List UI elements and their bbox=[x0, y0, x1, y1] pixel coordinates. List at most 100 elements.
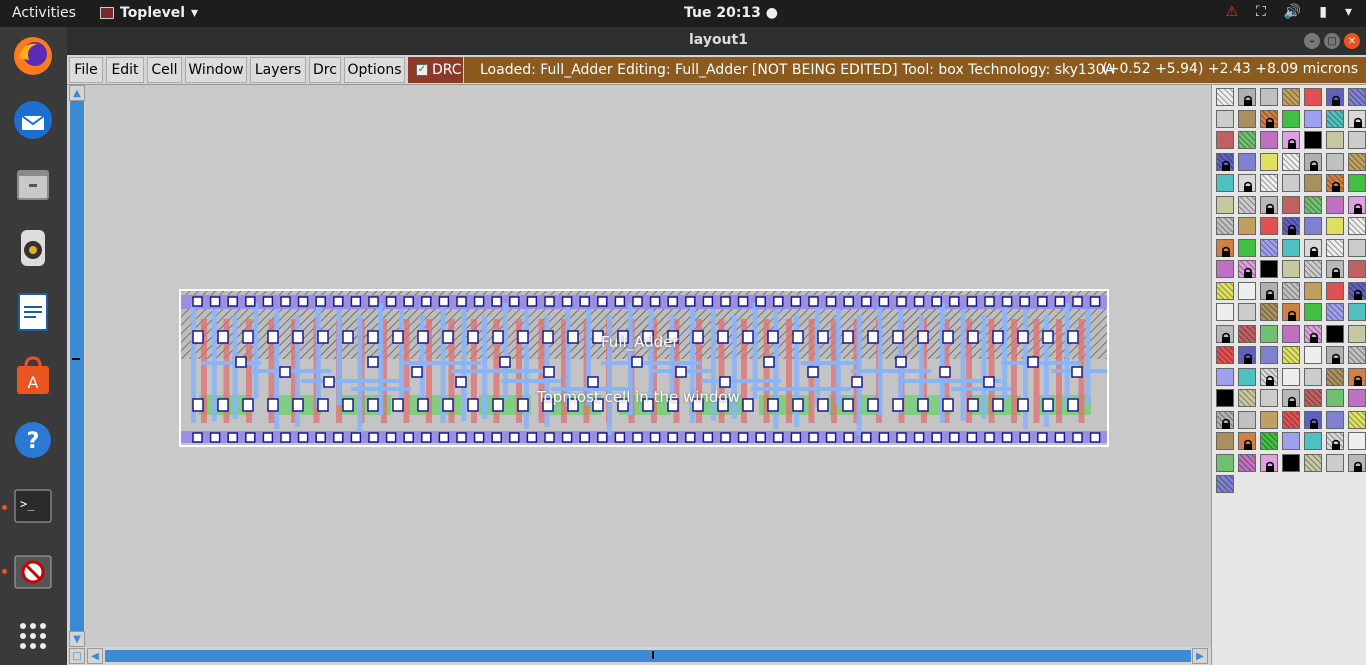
layer-swatch[interactable] bbox=[1304, 174, 1322, 192]
layer-swatch[interactable] bbox=[1304, 195, 1322, 214]
layer-swatch[interactable] bbox=[1216, 410, 1234, 429]
layer-swatch[interactable] bbox=[1260, 367, 1278, 386]
layer-swatch[interactable] bbox=[1216, 217, 1234, 235]
layer-swatch[interactable] bbox=[1304, 367, 1322, 386]
layer-swatch[interactable] bbox=[1282, 174, 1300, 192]
layer-swatch[interactable] bbox=[1216, 367, 1234, 386]
layer-swatch[interactable] bbox=[1348, 131, 1366, 149]
layer-swatch[interactable] bbox=[1348, 152, 1366, 171]
layer-swatch[interactable] bbox=[1348, 238, 1366, 257]
layer-swatch[interactable] bbox=[1282, 238, 1300, 257]
layer-swatch[interactable] bbox=[1304, 303, 1322, 321]
rhythmbox-icon[interactable] bbox=[10, 225, 56, 271]
maximize-icon[interactable]: □ bbox=[1324, 33, 1340, 49]
layer-swatch[interactable] bbox=[1260, 324, 1278, 343]
layer-swatch[interactable] bbox=[1238, 88, 1256, 106]
scroll-up-icon[interactable]: ▲ bbox=[69, 85, 85, 101]
menu-window[interactable]: Window bbox=[185, 57, 247, 83]
layer-swatch[interactable] bbox=[1216, 152, 1234, 171]
layer-swatch[interactable] bbox=[1326, 174, 1344, 192]
layer-swatch[interactable] bbox=[1216, 475, 1234, 493]
layer-swatch[interactable] bbox=[1216, 195, 1234, 214]
layer-swatch[interactable] bbox=[1326, 195, 1344, 214]
layer-swatch[interactable] bbox=[1348, 432, 1366, 450]
layer-swatch[interactable] bbox=[1260, 195, 1278, 214]
layer-swatch[interactable] bbox=[1238, 303, 1256, 321]
battery-icon[interactable]: ▮ bbox=[1319, 4, 1327, 20]
layer-swatch[interactable] bbox=[1216, 88, 1234, 106]
layer-swatch[interactable] bbox=[1304, 346, 1322, 364]
layer-swatch[interactable] bbox=[1304, 131, 1322, 149]
cell-full-adder[interactable]: Full_Adder Topmost cell in the window bbox=[179, 289, 1109, 447]
menu-file[interactable]: File bbox=[69, 57, 103, 83]
layer-swatch[interactable] bbox=[1282, 367, 1300, 386]
layer-swatch[interactable] bbox=[1348, 324, 1366, 343]
layer-swatch[interactable] bbox=[1282, 195, 1300, 214]
layer-swatch[interactable] bbox=[1326, 131, 1344, 149]
layer-swatch[interactable] bbox=[1348, 389, 1366, 407]
layer-swatch[interactable] bbox=[1348, 260, 1366, 278]
power-menu-icon[interactable]: ▾ bbox=[1345, 4, 1352, 20]
layer-swatch[interactable] bbox=[1260, 453, 1278, 472]
menu-layers[interactable]: Layers bbox=[250, 57, 306, 83]
layer-swatch[interactable] bbox=[1260, 109, 1278, 128]
vertical-scrollbar[interactable]: ▲ ▼ bbox=[67, 85, 85, 647]
layer-swatch[interactable] bbox=[1238, 217, 1256, 235]
layer-swatch[interactable] bbox=[1348, 174, 1366, 192]
layer-swatch[interactable] bbox=[1238, 346, 1256, 364]
layer-swatch[interactable] bbox=[1282, 131, 1300, 149]
layer-swatch[interactable] bbox=[1304, 88, 1322, 106]
layer-swatch[interactable] bbox=[1238, 131, 1256, 149]
menu-cell[interactable]: Cell bbox=[147, 57, 182, 83]
layer-swatch[interactable] bbox=[1238, 260, 1256, 278]
layer-swatch[interactable] bbox=[1326, 453, 1344, 472]
thunderbird-icon[interactable] bbox=[10, 97, 56, 143]
layer-swatch[interactable] bbox=[1304, 260, 1322, 278]
activities-button[interactable]: Activities bbox=[12, 5, 76, 21]
warning-icon[interactable]: ⚠ bbox=[1225, 4, 1238, 20]
menu-drc[interactable]: Drc bbox=[309, 57, 341, 83]
layer-swatch[interactable] bbox=[1238, 453, 1256, 472]
layer-swatch[interactable] bbox=[1238, 410, 1256, 429]
terminal-icon[interactable]: >_ bbox=[10, 483, 56, 529]
layer-swatch[interactable] bbox=[1304, 109, 1322, 128]
layer-swatch[interactable] bbox=[1304, 389, 1322, 407]
layer-swatch[interactable] bbox=[1260, 260, 1278, 278]
layer-swatch[interactable] bbox=[1260, 281, 1278, 300]
layer-swatch[interactable] bbox=[1304, 152, 1322, 171]
layer-swatch[interactable] bbox=[1260, 346, 1278, 364]
layer-swatch[interactable] bbox=[1282, 152, 1300, 171]
layer-swatch[interactable] bbox=[1216, 303, 1234, 321]
layer-swatch[interactable] bbox=[1216, 389, 1234, 407]
layer-swatch[interactable] bbox=[1348, 109, 1366, 128]
layer-swatch[interactable] bbox=[1326, 324, 1344, 343]
layer-swatch[interactable] bbox=[1216, 238, 1234, 257]
files-icon[interactable] bbox=[10, 161, 56, 207]
layer-swatch[interactable] bbox=[1238, 238, 1256, 257]
layer-swatch[interactable] bbox=[1348, 217, 1366, 235]
layer-swatch[interactable] bbox=[1304, 410, 1322, 429]
layer-swatch[interactable] bbox=[1348, 195, 1366, 214]
layer-swatch[interactable] bbox=[1348, 281, 1366, 300]
layer-swatch[interactable] bbox=[1348, 88, 1366, 106]
layer-swatch[interactable] bbox=[1238, 152, 1256, 171]
layer-swatch[interactable] bbox=[1326, 303, 1344, 321]
layer-swatch[interactable] bbox=[1238, 281, 1256, 300]
system-tray[interactable]: ⚠ ⛶ 🔊 ▮ ▾ bbox=[1225, 4, 1352, 20]
layer-swatch[interactable] bbox=[1348, 410, 1366, 429]
layer-swatch[interactable] bbox=[1348, 303, 1366, 321]
layer-swatch[interactable] bbox=[1326, 152, 1344, 171]
help-icon[interactable]: ? bbox=[10, 417, 56, 463]
layer-swatch[interactable] bbox=[1216, 174, 1234, 192]
layer-swatch[interactable] bbox=[1326, 432, 1344, 450]
layer-swatch[interactable] bbox=[1238, 195, 1256, 214]
menu-options[interactable]: Options bbox=[344, 57, 405, 83]
layer-swatch[interactable] bbox=[1326, 260, 1344, 278]
show-applications-icon[interactable] bbox=[10, 613, 56, 659]
layer-swatch[interactable] bbox=[1260, 174, 1278, 192]
layer-swatch[interactable] bbox=[1216, 281, 1234, 300]
layer-swatch[interactable] bbox=[1304, 238, 1322, 257]
layer-swatch[interactable] bbox=[1304, 432, 1322, 450]
network-icon[interactable]: ⛶ bbox=[1256, 4, 1266, 20]
layer-swatch[interactable] bbox=[1282, 410, 1300, 429]
